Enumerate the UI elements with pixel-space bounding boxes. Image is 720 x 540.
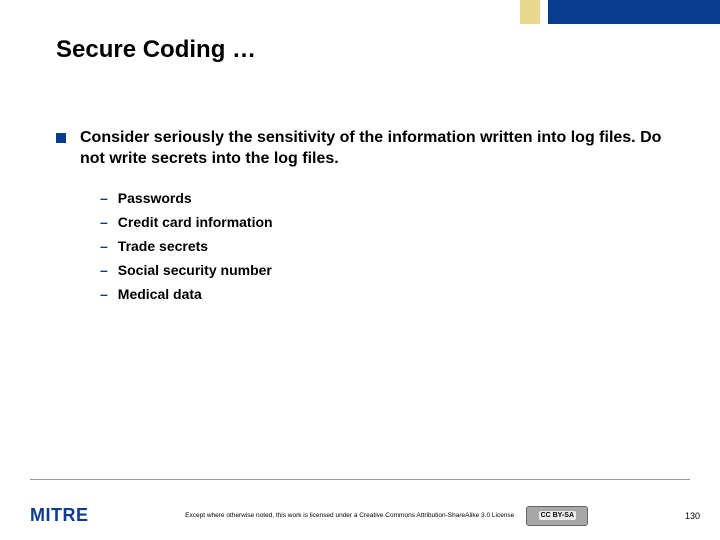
cc-badge-label: CC BY-SA <box>539 511 576 520</box>
license-wrap: Except where otherwise noted, this work … <box>89 506 685 526</box>
license-text: Except where otherwise noted, this work … <box>185 512 514 519</box>
sub-bullet-list: – Passwords – Credit card information – … <box>100 190 680 302</box>
list-item: – Credit card information <box>100 214 680 230</box>
header-accent-tan <box>520 0 540 24</box>
slide-title: Secure Coding … <box>56 36 256 64</box>
header-accent-blue <box>548 0 720 24</box>
slide-content: Consider seriously the sensitivity of th… <box>56 128 680 310</box>
list-item: – Passwords <box>100 190 680 206</box>
footer: MITRE Except where otherwise noted, this… <box>30 505 700 526</box>
dash-icon: – <box>100 238 108 254</box>
header-accent-bar <box>520 0 720 24</box>
list-item: – Trade secrets <box>100 238 680 254</box>
mitre-logo: MITRE <box>30 505 89 526</box>
dash-icon: – <box>100 286 108 302</box>
main-bullet-row: Consider seriously the sensitivity of th… <box>56 128 680 170</box>
sub-bullet-text: Passwords <box>118 190 192 206</box>
dash-icon: – <box>100 214 108 230</box>
list-item: – Social security number <box>100 262 680 278</box>
footer-divider <box>30 479 690 480</box>
list-item: – Medical data <box>100 286 680 302</box>
sub-bullet-text: Medical data <box>118 286 202 302</box>
dash-icon: – <box>100 262 108 278</box>
cc-badge-icon: CC BY-SA <box>526 506 588 526</box>
header-accent-gap <box>540 0 548 24</box>
sub-bullet-text: Credit card information <box>118 214 273 230</box>
sub-bullet-text: Trade secrets <box>118 238 208 254</box>
square-bullet-icon <box>56 133 66 143</box>
page-number: 130 <box>685 511 700 521</box>
main-bullet-text: Consider seriously the sensitivity of th… <box>80 128 680 170</box>
dash-icon: – <box>100 190 108 206</box>
sub-bullet-text: Social security number <box>118 262 272 278</box>
